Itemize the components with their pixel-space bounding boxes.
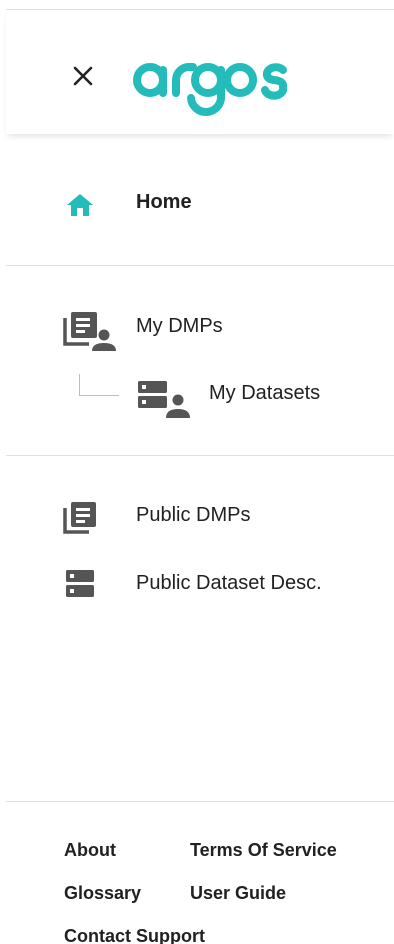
nav-divider	[6, 455, 394, 456]
footer-link-about[interactable]: About	[64, 840, 116, 861]
documents-icon	[63, 502, 96, 534]
footer-link-user-guide[interactable]: User Guide	[190, 883, 286, 904]
footer-link-contact[interactable]: Contact Support	[64, 926, 205, 944]
close-icon	[73, 66, 93, 86]
argos-logo[interactable]	[132, 50, 296, 120]
dataset-user-icon	[138, 381, 190, 418]
nav-item-my-dmps[interactable]: My DMPs	[0, 302, 394, 352]
nav-label-home: Home	[136, 191, 192, 213]
nav-label-my-dmps: My DMPs	[136, 315, 223, 337]
footer-link-terms[interactable]: Terms Of Service	[190, 840, 337, 861]
nav-item-my-datasets[interactable]: My Datasets	[0, 370, 394, 420]
nav-item-home[interactable]: Home	[0, 178, 394, 228]
documents-user-icon	[63, 312, 116, 351]
dataset-icon	[66, 570, 94, 597]
sidebar-header	[6, 10, 394, 134]
footer-divider	[6, 801, 394, 802]
nav-item-public-datasets[interactable]: Public Dataset Desc.	[0, 559, 394, 609]
nav-item-public-dmps[interactable]: Public DMPs	[0, 491, 394, 541]
nav-label-public-dmps: Public DMPs	[136, 504, 251, 526]
nav-label-my-datasets: My Datasets	[209, 382, 321, 404]
close-button[interactable]	[63, 56, 103, 96]
nav-divider	[6, 265, 394, 266]
home-icon	[67, 194, 93, 216]
nav-label-public-datasets: Public Dataset Desc.	[136, 572, 322, 594]
footer-link-glossary[interactable]: Glossary	[64, 883, 141, 904]
